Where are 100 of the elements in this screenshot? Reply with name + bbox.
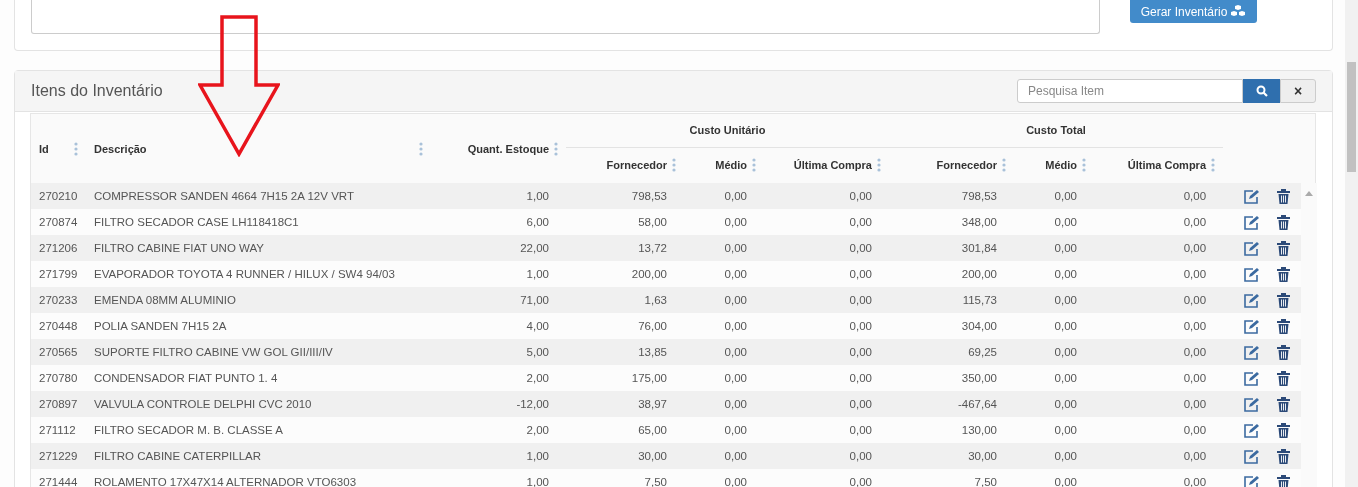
table-cell: 0,00: [1183, 450, 1207, 462]
edit-icon[interactable]: [1243, 370, 1261, 386]
trash-icon[interactable]: [1277, 396, 1291, 412]
table-cell: VALVULA CONTROLE DELPHI CVC 2010: [94, 398, 312, 410]
cubes-icon: [1231, 5, 1247, 18]
trash-icon[interactable]: [1277, 214, 1291, 230]
search-button[interactable]: [1243, 79, 1280, 103]
trash-icon[interactable]: [1277, 474, 1291, 487]
trash-icon[interactable]: [1277, 266, 1291, 282]
table-cell: 0,00: [1054, 372, 1077, 384]
table-cell: 13,72: [638, 242, 667, 254]
table-cell: 0,00: [849, 268, 872, 280]
table-cell: 0,00: [724, 450, 747, 462]
column-header[interactable]: Última Compra: [793, 159, 872, 172]
table-cell: 0,00: [1054, 424, 1077, 436]
table-cell: 1,00: [526, 190, 549, 202]
edit-icon[interactable]: [1243, 240, 1261, 256]
edit-icon[interactable]: [1243, 214, 1261, 230]
column-header[interactable]: Quant. Estoque: [467, 142, 549, 155]
column-header[interactable]: Fornecedor: [606, 159, 667, 172]
table-cell: 6,00: [526, 216, 549, 228]
table-cell: 1,00: [526, 476, 549, 487]
generate-inventory-button[interactable]: Gerar Inventário: [1130, 0, 1257, 23]
trash-icon[interactable]: [1277, 422, 1291, 438]
column-header[interactable]: Médio: [1045, 159, 1077, 172]
table-cell: 0,00: [1183, 216, 1207, 228]
table-cell: 0,00: [1054, 294, 1077, 306]
table-cell: CONDENSADOR FIAT PUNTO 1. 4: [94, 372, 278, 384]
column-group-header: Custo Total: [1026, 124, 1086, 137]
edit-icon[interactable]: [1243, 188, 1261, 204]
table-cell: 0,00: [849, 346, 872, 358]
table-cell: 798,53: [631, 190, 667, 202]
table-cell: 69,25: [968, 346, 997, 358]
table-cell: 71,00: [520, 294, 549, 306]
table-cell: 22,00: [520, 242, 549, 254]
scrollbar-thumb[interactable]: [1347, 62, 1356, 172]
table-cell: 0,00: [849, 450, 872, 462]
table-cell: 0,00: [849, 242, 872, 254]
table-cell: 0,00: [1183, 242, 1207, 254]
edit-icon[interactable]: [1243, 396, 1261, 412]
trash-icon[interactable]: [1277, 344, 1291, 360]
table-cell: 270874: [39, 216, 78, 228]
edit-icon[interactable]: [1243, 318, 1261, 334]
table-cell: 38,97: [638, 398, 667, 410]
edit-icon[interactable]: [1243, 422, 1261, 438]
table-cell: 130,00: [961, 424, 997, 436]
table-cell: 0,00: [849, 320, 872, 332]
table-cell: 0,00: [724, 268, 747, 280]
trash-icon[interactable]: [1277, 240, 1291, 256]
trash-icon[interactable]: [1277, 448, 1291, 464]
table-cell: FILTRO CABINE FIAT UNO WAY: [94, 242, 264, 254]
table-cell: 1,00: [526, 268, 549, 280]
table-cell: 0,00: [1183, 268, 1207, 280]
column-header[interactable]: Descrição: [94, 142, 147, 155]
table-cell: 270233: [39, 294, 78, 306]
table-cell: 58,00: [638, 216, 667, 228]
clear-button[interactable]: ×: [1280, 79, 1316, 103]
edit-icon[interactable]: [1243, 344, 1261, 360]
table-cell: 0,00: [1183, 476, 1207, 487]
table-cell: 0,00: [1054, 190, 1077, 202]
table-cell: 115,73: [962, 294, 997, 306]
table-cell: 270565: [39, 346, 78, 358]
table-cell: 0,00: [849, 398, 872, 410]
table-cell: 76,00: [638, 320, 667, 332]
trash-icon[interactable]: [1277, 292, 1291, 308]
table-cell: 0,00: [1054, 216, 1077, 228]
trash-icon[interactable]: [1277, 188, 1291, 204]
column-header[interactable]: Última Compra: [1127, 159, 1207, 172]
table-cell: 0,00: [724, 294, 747, 306]
search-field[interactable]: Pesquisa Item: [1017, 79, 1243, 103]
table-cell: 30,00: [968, 450, 997, 462]
edit-icon[interactable]: [1243, 292, 1261, 308]
table-cell: 270210: [39, 190, 78, 202]
table-cell: 0,00: [724, 216, 747, 228]
table-cell: 0,00: [724, 320, 747, 332]
table-cell: ROLAMENTO 17X47X14 ALTERNADOR VTO6303: [94, 476, 357, 487]
table-cell: 271206: [39, 242, 78, 254]
table-cell: 0,00: [1183, 346, 1207, 358]
table-cell: 7,50: [974, 476, 997, 487]
edit-icon[interactable]: [1243, 474, 1261, 487]
table-cell: 0,00: [1183, 190, 1207, 202]
table-cell: 0,00: [1054, 476, 1077, 487]
table-cell: 0,00: [849, 190, 872, 202]
trash-icon[interactable]: [1277, 318, 1291, 334]
trash-icon[interactable]: [1277, 370, 1291, 386]
table-cell: FILTRO SECADOR M. B. CLASSE A: [94, 424, 283, 436]
edit-icon[interactable]: [1243, 448, 1261, 464]
table-cell: 65,00: [638, 424, 667, 436]
column-header[interactable]: Médio: [715, 159, 747, 172]
table-cell: 200,00: [961, 268, 997, 280]
column-header[interactable]: Id: [39, 142, 49, 155]
table-cell: 13,85: [638, 346, 667, 358]
table-cell: 270780: [39, 372, 78, 384]
scrollbar[interactable]: [1345, 0, 1358, 487]
edit-icon[interactable]: [1243, 266, 1261, 282]
table-cell: 0,00: [1183, 424, 1207, 436]
search-icon: [1255, 85, 1268, 97]
column-header[interactable]: Fornecedor: [936, 159, 997, 172]
table-cell: SUPORTE FILTRO CABINE VW GOL GII/III/IV: [94, 346, 333, 358]
table-cell: FILTRO SECADOR CASE LH118418C1: [94, 216, 299, 228]
